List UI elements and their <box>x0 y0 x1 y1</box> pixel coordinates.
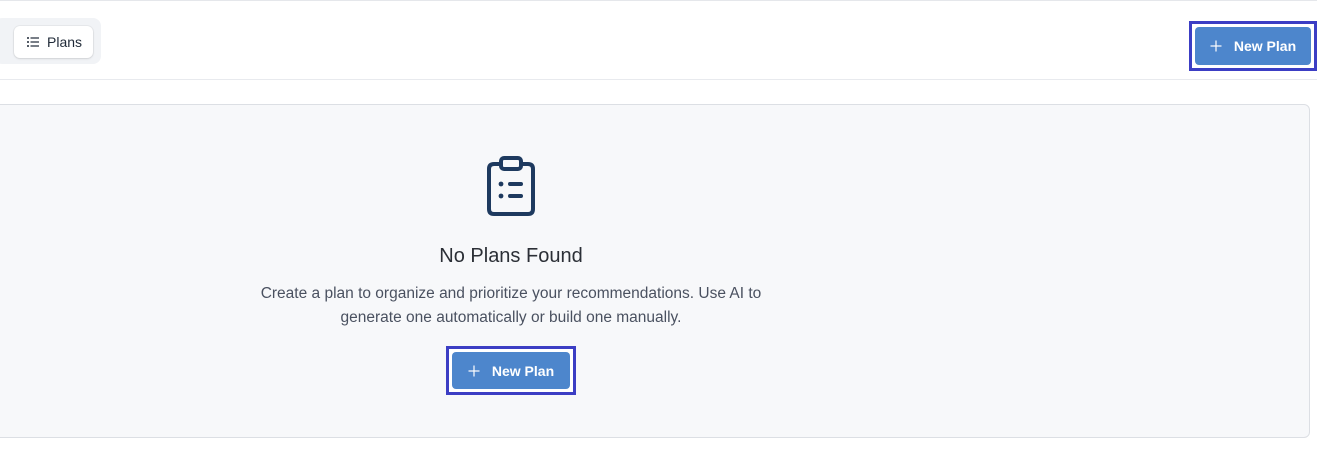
empty-new-plan-button-label: New Plan <box>491 362 555 379</box>
tab-plans[interactable]: Plans <box>14 26 93 58</box>
view-tabs: Plans <box>0 18 101 64</box>
empty-state-description: Create a plan to organize and prioritize… <box>260 285 762 326</box>
empty-new-plan-button-highlight: New Plan <box>446 346 576 395</box>
empty-new-plan-button[interactable]: New Plan <box>452 352 570 389</box>
tab-plans-label: Plans <box>47 34 83 50</box>
empty-state-title: No Plans Found <box>439 245 583 267</box>
page-header: Plans New Plan <box>0 1 1317 80</box>
plus-icon <box>1210 40 1222 52</box>
new-plan-button-highlight: New Plan <box>1189 21 1317 71</box>
new-plan-button[interactable]: New Plan <box>1195 27 1311 65</box>
plus-icon <box>468 365 480 377</box>
empty-state-card <box>0 104 1310 438</box>
new-plan-button-label: New Plan <box>1233 38 1297 54</box>
list-icon <box>26 35 40 49</box>
clipboard-list-icon <box>485 155 537 217</box>
